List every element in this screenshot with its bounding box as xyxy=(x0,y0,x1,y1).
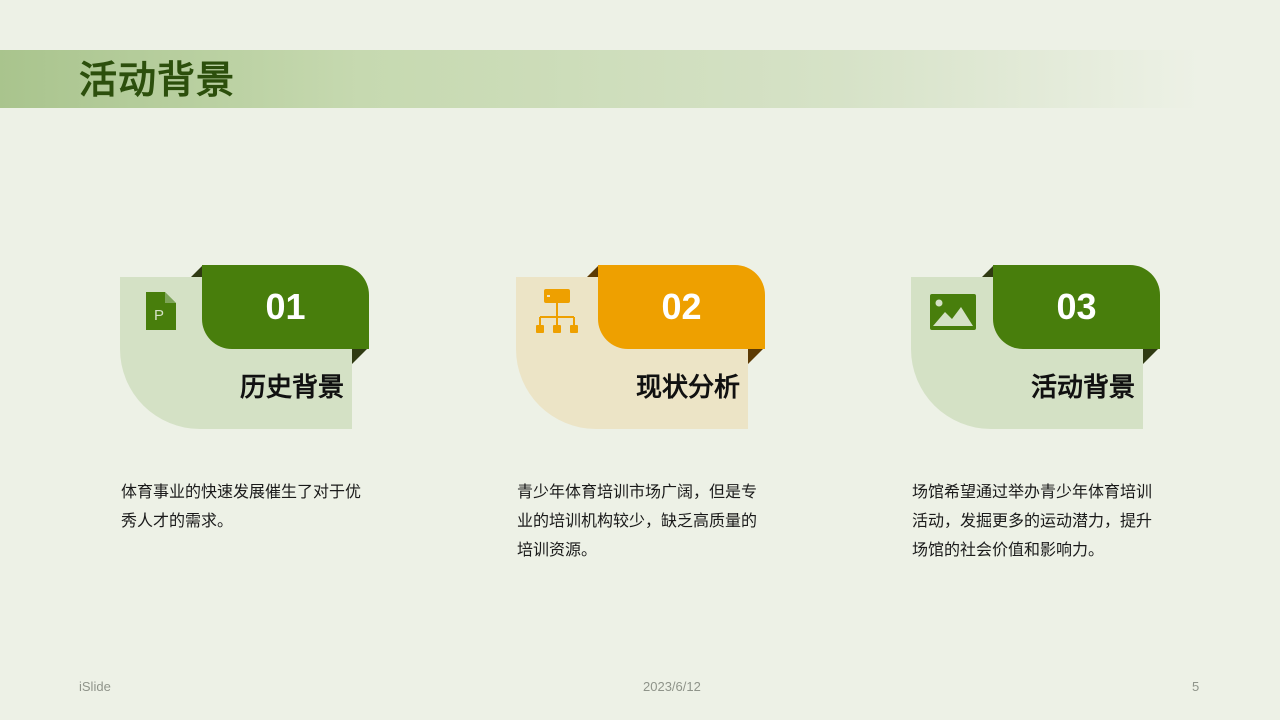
card-activity-background: 03 活动背景 xyxy=(911,264,1161,434)
page-title: 活动背景 xyxy=(79,58,236,102)
card-history: 01 P 历史背景 xyxy=(120,264,370,434)
card-number: 01 xyxy=(202,265,369,349)
card-label: 活动背景 xyxy=(1030,373,1135,403)
card-status-analysis: 02 现状分析 xyxy=(516,264,766,434)
image-icon xyxy=(930,294,976,334)
footer-date: 2023/6/12 xyxy=(643,679,701,694)
card-number: 02 xyxy=(598,265,765,349)
card-label: 现状分析 xyxy=(635,373,740,403)
file-p-icon: P xyxy=(146,292,176,334)
hierarchy-icon xyxy=(536,289,580,339)
card-description: 青少年体育培训市场广阔，但是专业的培训机构较少，缺乏高质量的培训资源。 xyxy=(517,482,758,559)
svg-text:P: P xyxy=(154,307,164,324)
card-description: 场馆希望通过举办青少年体育培训活动，发掘更多的运动潜力，提升场馆的社会价值和影响… xyxy=(912,482,1153,559)
tab-fold-shadow xyxy=(352,348,368,364)
card-description: 体育事业的快速发展催生了对于优秀人才的需求。 xyxy=(121,482,362,530)
card-number: 03 xyxy=(993,265,1160,349)
page-number: 5 xyxy=(1192,679,1200,694)
tab-fold-shadow xyxy=(1143,348,1159,364)
card-label: 历史背景 xyxy=(239,373,344,403)
footer-brand: iSlide xyxy=(79,679,111,694)
tab-fold-shadow xyxy=(748,348,764,364)
